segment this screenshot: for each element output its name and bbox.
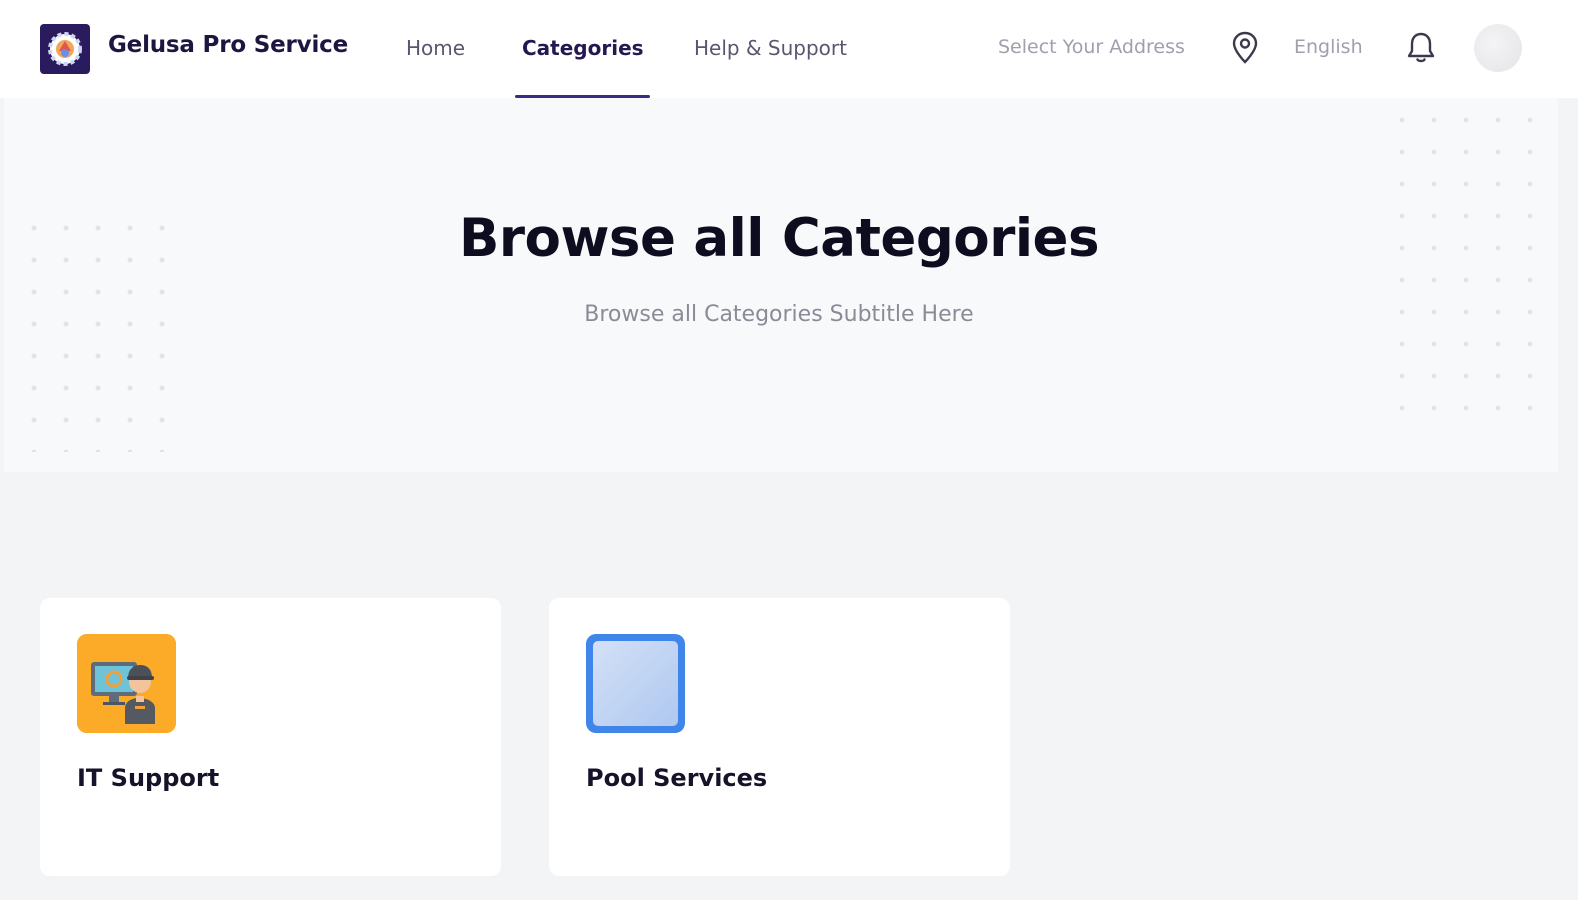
nav-help-support[interactable]: Help & Support [694, 36, 847, 60]
pool-services-icon [586, 634, 685, 733]
nav-categories[interactable]: Categories [522, 36, 644, 60]
category-card-pool-services[interactable]: Pool Services [549, 598, 1010, 876]
hero-section [4, 98, 1558, 472]
top-navbar: Gelusa Pro Service Home Categories Help … [0, 0, 1578, 98]
nav-home[interactable]: Home [406, 36, 465, 60]
category-name: IT Support [77, 764, 220, 792]
location-pin-icon[interactable] [1229, 30, 1261, 66]
brand-logo-icon[interactable] [40, 24, 90, 74]
user-avatar[interactable] [1474, 24, 1522, 72]
language-selector[interactable]: English [1294, 36, 1363, 58]
page-subtitle: Browse all Categories Subtitle Here [584, 302, 974, 327]
category-card-it-support[interactable]: IT Support [40, 598, 501, 876]
page-title: Browse all Categories [459, 208, 1100, 269]
category-name: Pool Services [586, 764, 768, 792]
notification-bell-icon[interactable] [1404, 30, 1438, 66]
address-selector[interactable]: Select Your Address [998, 36, 1185, 58]
brand-name[interactable]: Gelusa Pro Service [108, 32, 348, 58]
it-support-icon [77, 634, 176, 733]
